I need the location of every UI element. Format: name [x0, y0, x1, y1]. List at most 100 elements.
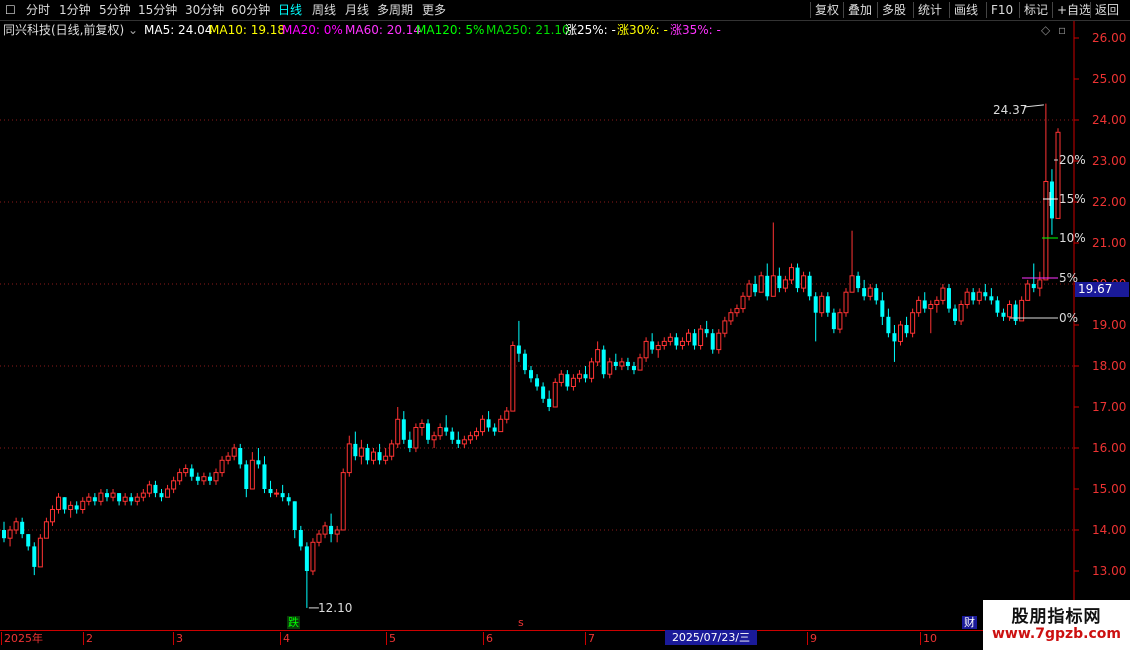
ma-label-5: MA250: 21.10: [486, 23, 570, 37]
period-tab-7[interactable]: 周线: [312, 2, 336, 18]
candle-body: [189, 468, 194, 477]
candle-body: [340, 472, 346, 531]
window-icon[interactable]: ☐: [5, 2, 16, 18]
candle-body: [813, 296, 818, 313]
candle-body: [698, 328, 704, 347]
high-price-label: 24.37: [993, 103, 1027, 117]
candle-body: [516, 345, 521, 354]
candle-body: [807, 275, 812, 297]
candle-body: [722, 320, 728, 334]
candle-body: [286, 497, 291, 502]
candle-body: [56, 496, 62, 511]
candle-body: [983, 292, 988, 297]
cai-marker[interactable]: 财: [962, 616, 977, 629]
candle-body: [940, 287, 946, 301]
candle-body: [819, 295, 825, 314]
candle-body: [964, 291, 970, 306]
candle-body: [365, 448, 370, 461]
candle-body: [461, 439, 467, 445]
candle-body: [334, 529, 340, 535]
candle-body: [134, 496, 140, 502]
candle-body: [971, 292, 976, 301]
period-tab-4[interactable]: 30分钟: [185, 2, 224, 18]
candle-body: [444, 427, 449, 432]
y-axis-label: 16.00: [1092, 441, 1126, 455]
candles-group: [2, 103, 1061, 608]
period-tab-5[interactable]: 60分钟: [231, 2, 270, 18]
toolbar-button-6[interactable]: 标记: [1024, 2, 1048, 18]
candle-body: [589, 361, 595, 379]
toolbar-button-2[interactable]: 多股: [882, 2, 906, 18]
y-axis-label: 15.00: [1092, 482, 1126, 496]
toolbar-button-3[interactable]: 统计: [918, 2, 942, 18]
candle-body: [661, 340, 667, 346]
candle-body: [165, 488, 171, 498]
candle-body: [183, 468, 189, 474]
candle-body: [880, 300, 885, 317]
period-tab-9[interactable]: 多周期: [377, 2, 413, 18]
toolbar-separator: [810, 2, 811, 18]
candle-body: [195, 476, 200, 481]
time-tick-6: 7: [585, 632, 595, 645]
y-axis-label: 14.00: [1092, 523, 1126, 537]
candle-body: [862, 288, 867, 297]
candle-body: [419, 422, 425, 428]
toolbar-button-5[interactable]: F10: [991, 2, 1013, 18]
time-tick-4: 5: [386, 632, 396, 645]
period-tab-6[interactable]: 日线: [278, 2, 302, 18]
diamond-icon[interactable]: ◇: [1041, 21, 1050, 39]
candle-body: [607, 361, 613, 375]
candle-body: [655, 345, 661, 351]
candle-body: [238, 448, 243, 465]
candle-body: [431, 435, 437, 441]
candle-body: [225, 455, 231, 461]
annotation-marks: 24.3712.1020%15%10%5%0%: [308, 103, 1086, 615]
candle-body: [322, 525, 328, 535]
candle-body: [552, 381, 558, 408]
ma-label-3: MA60: 20.14: [345, 23, 422, 37]
candle-body: [734, 308, 740, 314]
candle-body: [765, 275, 770, 297]
toolbar-button-0[interactable]: 复权: [815, 2, 839, 18]
period-tab-3[interactable]: 15分钟: [138, 2, 177, 18]
current-price-tag: 19.67: [1075, 282, 1129, 297]
period-tab-0[interactable]: 分时: [26, 2, 50, 18]
candle-body: [383, 455, 389, 461]
toolbar-button-8[interactable]: 返回: [1095, 2, 1119, 18]
candle-body: [146, 484, 152, 494]
candle-body: [244, 464, 249, 489]
candle-body: [310, 541, 316, 572]
y-axis-label: 13.00: [1092, 564, 1126, 578]
candle-body: [595, 349, 601, 363]
candle-body: [20, 521, 25, 535]
period-tab-10[interactable]: 更多: [422, 2, 446, 18]
candle-body: [753, 284, 758, 293]
period-tab-1[interactable]: 1分钟: [59, 2, 91, 18]
indicator-menu-icon[interactable]: ⌄: [128, 21, 138, 39]
candle-body: [68, 504, 74, 510]
period-tab-8[interactable]: 月线: [345, 2, 369, 18]
candle-body: [576, 373, 582, 379]
expand-icon[interactable]: ▫: [1058, 21, 1066, 39]
candle-body: [1031, 284, 1036, 289]
toolbar-separator: [1052, 2, 1053, 18]
ma-label-4: MA120: 5%: [416, 23, 485, 37]
toolbar-separator: [1019, 2, 1020, 18]
ma-label-0: MA5: 24.04: [144, 23, 213, 37]
toolbar-button-7[interactable]: +自选: [1057, 2, 1091, 18]
toolbar-button-1[interactable]: 叠加: [848, 2, 872, 18]
candle-body: [346, 443, 352, 474]
toolbar-button-4[interactable]: 画线: [954, 2, 978, 18]
candle-body: [910, 312, 916, 334]
time-tick-5: 6: [483, 632, 493, 645]
candle-body: [837, 312, 843, 330]
pct-label: 0%: [1059, 311, 1078, 325]
kline-chart[interactable]: 26.0025.0024.0023.0022.0021.0020.0019.00…: [0, 0, 1130, 650]
candle-body: [249, 459, 255, 490]
toolbar-separator: [913, 2, 914, 18]
indicator-info-bar: 同兴科技(日线,前复权) ⌄ ◇ ▫ MA5: 24.04 MA10: 19.18…: [0, 21, 1070, 39]
period-tab-2[interactable]: 5分钟: [99, 2, 131, 18]
candle-body: [467, 435, 473, 441]
time-axis: 2025年2345678910: [0, 630, 1074, 646]
candle-body: [953, 308, 958, 321]
